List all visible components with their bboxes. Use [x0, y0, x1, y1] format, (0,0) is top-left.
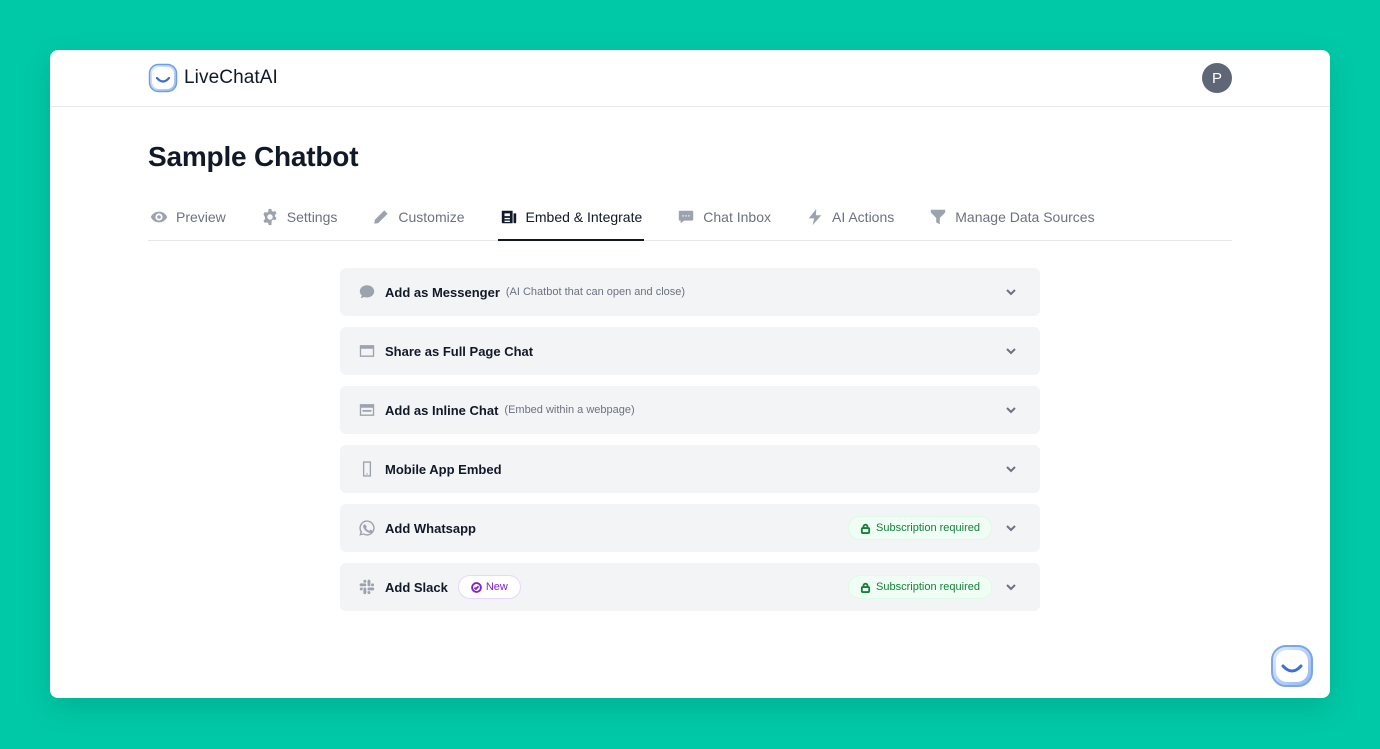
whatsapp-icon [359, 520, 375, 536]
slack-icon [359, 579, 375, 595]
accordion-title: Add as Inline Chat [385, 402, 499, 418]
tab-label: AI Actions [832, 209, 895, 225]
accordion-note: (Embed within a webpage) [504, 404, 635, 416]
tab-label: Preview [176, 209, 226, 225]
accordion-item-whatsapp[interactable]: Add Whatsapp Subscription required [340, 504, 1040, 552]
pencil-icon [374, 210, 389, 224]
tab-manage-data-sources[interactable]: Manage Data Sources [927, 195, 1096, 241]
tab-bar: Preview Settings Customize Embed & Integ… [148, 195, 1232, 241]
chevron-down-icon[interactable] [1004, 344, 1018, 358]
accordion-title: Add Whatsapp [385, 520, 476, 536]
tab-settings[interactable]: Settings [259, 195, 340, 241]
accordion-item-inline-chat[interactable]: Add as Inline Chat (Embed within a webpa… [340, 386, 1040, 434]
accordion-item-messenger[interactable]: Add as Messenger (AI Chatbot that can op… [340, 268, 1040, 316]
subscription-required-badge: Subscription required [848, 516, 992, 540]
user-avatar[interactable]: P [1202, 63, 1232, 93]
badge-label: Subscription required [876, 581, 980, 593]
accordion-title: Add as Messenger [385, 284, 500, 300]
gear-icon [263, 208, 277, 226]
app-window: LiveChatAI P Sample Chatbot Preview Sett… [50, 50, 1330, 698]
accordion-item-slack[interactable]: Add Slack New Subscription required [340, 563, 1040, 611]
tab-label: Embed & Integrate [525, 209, 643, 225]
tab-label: Manage Data Sources [955, 209, 1095, 225]
lock-icon [860, 523, 871, 534]
integration-accordion: Add as Messenger (AI Chatbot that can op… [340, 268, 1040, 611]
chevron-down-icon[interactable] [1004, 285, 1018, 299]
tab-label: Customize [398, 209, 465, 225]
speech-bubble-icon [359, 285, 375, 299]
top-bar: LiveChatAI P [50, 50, 1330, 107]
chat-widget-launcher-icon[interactable] [1270, 644, 1314, 688]
funnel-icon [931, 209, 946, 225]
chevron-down-icon[interactable] [1004, 462, 1018, 476]
tab-ai-actions[interactable]: AI Actions [804, 195, 896, 241]
accordion-title: Share as Full Page Chat [385, 343, 534, 359]
eye-icon [150, 211, 168, 223]
new-badge: New [457, 575, 521, 599]
browser-window-icon [359, 345, 375, 357]
badge-label: New [485, 581, 508, 593]
tab-customize[interactable]: Customize [370, 195, 466, 241]
chevron-down-icon[interactable] [1004, 403, 1018, 417]
mobile-phone-icon [362, 461, 372, 477]
main-content: Sample Chatbot Preview Settings Customiz… [50, 107, 1330, 611]
subscription-required-badge: Subscription required [848, 575, 992, 599]
tab-embed-integrate[interactable]: Embed & Integrate [497, 195, 645, 241]
tab-chat-inbox[interactable]: Chat Inbox [675, 195, 773, 241]
tab-label: Chat Inbox [703, 209, 771, 225]
inline-window-icon [359, 404, 375, 416]
newspaper-icon [501, 210, 516, 224]
accordion-title: Add Slack [385, 579, 448, 595]
brand-name: LiveChatAI [184, 67, 278, 88]
tab-label: Settings [286, 209, 338, 225]
accordion-note: (AI Chatbot that can open and close) [505, 286, 686, 298]
lightning-icon [808, 208, 822, 226]
chevron-down-icon[interactable] [1004, 521, 1018, 535]
chat-icon [679, 210, 694, 224]
lock-icon [860, 582, 871, 593]
accordion-item-mobile-app[interactable]: Mobile App Embed [340, 445, 1040, 493]
chevron-down-icon[interactable] [1004, 580, 1018, 594]
page-title: Sample Chatbot [148, 141, 359, 172]
accordion-item-full-page-chat[interactable]: Share as Full Page Chat [340, 327, 1040, 375]
accordion-title: Mobile App Embed [385, 461, 502, 477]
brand[interactable]: LiveChatAI [148, 63, 278, 93]
check-circle-icon [471, 581, 482, 593]
livechatai-logo-icon [148, 63, 178, 93]
badge-label: Subscription required [876, 522, 980, 534]
tab-preview[interactable]: Preview [148, 195, 228, 241]
